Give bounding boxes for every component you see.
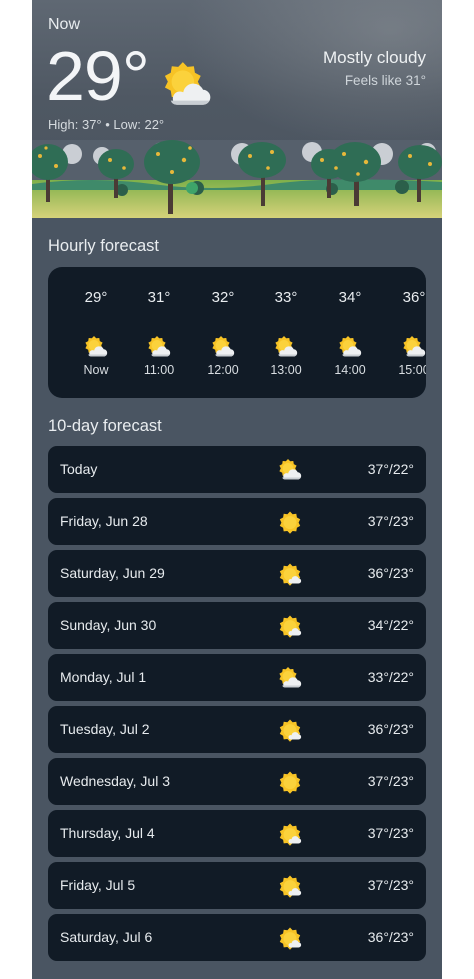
- daily-forecast-row[interactable]: Saturday, Jun 29 36°/23°: [48, 550, 426, 597]
- daily-forecast-row[interactable]: Friday, Jun 28 37°/23°: [48, 498, 426, 545]
- sun-behind-cloud-icon: [278, 458, 302, 482]
- current-condition: Mostly cloudy: [323, 48, 426, 67]
- sun-icon: [278, 510, 302, 534]
- day-name: Friday, Jul 5: [60, 877, 136, 893]
- hourly-item[interactable]: 32° 12:00: [193, 267, 253, 398]
- sun-with-cloud-icon: [278, 926, 302, 950]
- sun-behind-cloud-icon: [147, 335, 171, 359]
- daily-forecast-row[interactable]: Monday, Jul 1 33°/22°: [48, 654, 426, 701]
- sun-icon: [278, 770, 302, 794]
- hourly-temp: 32°: [211, 289, 235, 306]
- sun-with-cloud-icon: [278, 718, 302, 742]
- day-temps: 37°/23°: [367, 825, 414, 841]
- day-temps: 37°/22°: [367, 461, 414, 477]
- hourly-temp: 36°: [402, 289, 426, 306]
- daily-forecast-row[interactable]: Today 37°/22°: [48, 446, 426, 493]
- day-name: Monday, Jul 1: [60, 669, 147, 685]
- high-low: High: 37° • Low: 22°: [48, 117, 165, 132]
- day-temps: 36°/23°: [367, 565, 414, 581]
- hourly-temp: 34°: [338, 289, 362, 306]
- day-name: Thursday, Jul 4: [60, 825, 155, 841]
- daily-forecast-row[interactable]: Wednesday, Jul 3 37°/23°: [48, 758, 426, 805]
- now-label: Now: [48, 16, 81, 33]
- hourly-temp: 31°: [147, 289, 171, 306]
- hourly-time: 12:00: [207, 363, 239, 377]
- day-name: Friday, Jun 28: [60, 513, 148, 529]
- sun-behind-cloud-icon: [402, 335, 426, 359]
- sun-behind-cloud-icon: [211, 335, 235, 359]
- hourly-time: Now: [83, 363, 109, 377]
- day-temps: 36°/23°: [367, 721, 414, 737]
- sun-with-cloud-icon: [278, 822, 302, 846]
- hourly-item[interactable]: 33° 13:00: [256, 267, 316, 398]
- day-temps: 36°/23°: [367, 929, 414, 945]
- hourly-forecast-title: Hourly forecast: [48, 237, 159, 255]
- sun-behind-cloud-icon: [338, 335, 362, 359]
- day-name: Saturday, Jun 29: [60, 565, 165, 581]
- hourly-item[interactable]: 34° 14:00: [320, 267, 380, 398]
- current-temperature: 29°: [46, 37, 150, 115]
- daily-forecast-row[interactable]: Sunday, Jun 30 34°/22°: [48, 602, 426, 649]
- day-name: Wednesday, Jul 3: [60, 773, 170, 789]
- feels-like: Feels like 31°: [344, 73, 426, 88]
- current-conditions-panel: Now 29° Mostly cloudy Feels like 31° Hig…: [32, 0, 442, 218]
- day-temps: 33°/22°: [367, 669, 414, 685]
- sun-with-cloud-icon: [278, 562, 302, 586]
- sun-behind-cloud-icon: [278, 666, 302, 690]
- hourly-time: 11:00: [143, 363, 175, 377]
- hourly-time: 15:00: [398, 363, 426, 377]
- sun-with-cloud-icon: [278, 874, 302, 898]
- landscape-illustration: [32, 140, 442, 218]
- day-name: Tuesday, Jul 2: [60, 721, 150, 737]
- hourly-temp: 33°: [274, 289, 298, 306]
- daily-forecast-title: 10-day forecast: [48, 417, 162, 435]
- hourly-item[interactable]: 36° 15:00: [384, 267, 426, 398]
- hourly-time: 14:00: [334, 363, 366, 377]
- day-temps: 34°/22°: [367, 617, 414, 633]
- hourly-item[interactable]: 31° 11:00: [129, 267, 189, 398]
- sun-behind-cloud-icon: [84, 335, 108, 359]
- sun-behind-cloud-icon: [162, 60, 212, 110]
- daily-forecast-row[interactable]: Tuesday, Jul 2 36°/23°: [48, 706, 426, 753]
- hourly-time: 13:00: [270, 363, 302, 377]
- hourly-forecast-list[interactable]: 29° Now 31° 11:00 32° 12:00 33° 13:00 34…: [48, 267, 426, 398]
- day-temps: 37°/23°: [367, 877, 414, 893]
- sun-with-cloud-icon: [278, 614, 302, 638]
- daily-forecast-row[interactable]: Thursday, Jul 4 37°/23°: [48, 810, 426, 857]
- daily-forecast-row[interactable]: Saturday, Jul 6 36°/23°: [48, 914, 426, 961]
- hourly-item[interactable]: 29° Now: [66, 267, 126, 398]
- day-name: Sunday, Jun 30: [60, 617, 157, 633]
- day-name: Today: [60, 461, 98, 477]
- sun-behind-cloud-icon: [274, 335, 298, 359]
- daily-forecast-row[interactable]: Friday, Jul 5 37°/23°: [48, 862, 426, 909]
- hourly-temp: 29°: [84, 289, 108, 306]
- day-temps: 37°/23°: [367, 773, 414, 789]
- weather-app: Now 29° Mostly cloudy Feels like 31° Hig…: [32, 0, 442, 979]
- day-temps: 37°/23°: [367, 513, 414, 529]
- day-name: Saturday, Jul 6: [60, 929, 153, 945]
